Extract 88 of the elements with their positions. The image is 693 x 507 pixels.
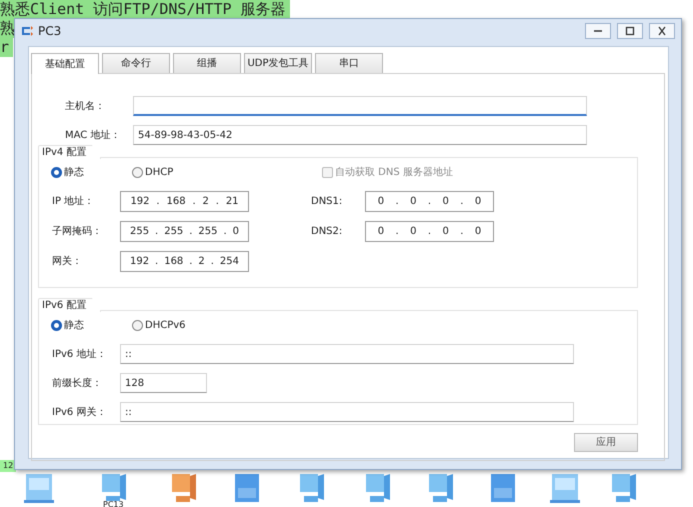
field-text: . <box>428 224 432 238</box>
field-text: 254 <box>220 254 240 268</box>
field-label: 主机名： <box>64 100 106 114</box>
field-text: . <box>460 194 464 208</box>
checkbox-label: 自动获取 DNS 服务器地址 <box>335 166 453 180</box>
radio-label: DHCPv6 <box>145 318 186 332</box>
field-text: 0 <box>232 224 240 238</box>
field-text: . <box>395 224 399 238</box>
server-icon[interactable] <box>548 472 582 504</box>
ip-address-field[interactable]: 0 . 0 . 0 . 0 <box>365 190 494 212</box>
window-title: PC3 <box>38 23 62 40</box>
radio-button[interactable] <box>132 166 143 178</box>
field-text: . <box>189 224 192 238</box>
field-text: 192 <box>130 254 150 268</box>
server-icon[interactable] <box>232 472 262 504</box>
input-field[interactable]: :: <box>120 344 574 364</box>
field-text: 0 <box>378 194 384 208</box>
field-text: 192 <box>130 194 150 208</box>
banner-text: r <box>0 38 14 57</box>
field-text: . <box>210 254 214 268</box>
input-field[interactable]: 54-89-98-43-05-42 <box>133 125 587 145</box>
tab[interactable]: UDP发包工具 <box>244 53 312 73</box>
field-text: . <box>460 224 464 238</box>
field-text: . <box>216 194 219 208</box>
close-icon <box>656 25 668 37</box>
field-label: MAC 地址： <box>64 128 122 142</box>
radio-label: 静态 <box>64 166 84 180</box>
field-text: . <box>395 194 399 208</box>
tab[interactable]: 组播 <box>173 53 241 73</box>
field-label: DNS1: <box>311 194 344 208</box>
field-text: 0 <box>410 194 416 208</box>
radio-button[interactable] <box>132 320 143 330</box>
field-text: . <box>155 254 158 268</box>
input-field[interactable] <box>133 96 587 116</box>
minimize-button[interactable] <box>585 23 611 39</box>
ip-address-field[interactable]: 192 . 168 . 2 . 21 <box>120 190 249 212</box>
server-icon[interactable] <box>488 472 518 504</box>
group-title: IPv6 配置 <box>38 298 102 312</box>
maximize-button[interactable] <box>617 23 643 39</box>
field-text: 0 <box>442 194 449 208</box>
radio-button[interactable] <box>51 320 62 330</box>
field-text: 21 <box>226 194 239 208</box>
field-text: 255 <box>198 224 218 238</box>
field-text: 168 <box>164 254 184 268</box>
radio-label: DHCP <box>145 166 174 180</box>
ip-address-field[interactable]: 0 . 0 . 0 . 0 <box>365 220 494 242</box>
field-text: 168 <box>166 194 186 208</box>
field-label: DNS2: <box>311 224 344 238</box>
field-text: 255 <box>164 224 184 238</box>
field-label: 子网掩码： <box>51 224 103 238</box>
ip-address-field[interactable]: 192 . 168 . 2 . 254 <box>120 250 249 272</box>
group-title: IPv4 配置 <box>38 145 102 159</box>
app-icon <box>21 25 34 37</box>
field-label: 网关： <box>51 254 83 268</box>
field-text: . <box>155 224 158 238</box>
radio-label: 静态 <box>64 318 84 332</box>
field-text: 2 <box>202 194 209 208</box>
field-text: . <box>223 224 227 238</box>
field-text: . <box>192 194 196 208</box>
ip-address-field[interactable]: 255 . 255 . 255 . 0 <box>120 220 249 242</box>
tab[interactable]: 基础配置 <box>31 53 99 74</box>
tab[interactable]: 串口 <box>315 53 383 73</box>
link-badge: 12 <box>0 460 16 472</box>
field-text: . <box>156 194 160 208</box>
field-text: 0 <box>410 224 416 238</box>
field-text: 255 <box>130 224 150 238</box>
device-label: PC13 <box>103 501 124 507</box>
tab[interactable]: 命令行 <box>102 53 170 73</box>
maximize-icon <box>624 25 636 37</box>
field-text: 0 <box>442 224 449 238</box>
field-text: . <box>428 194 432 208</box>
apply-button[interactable]: 应用 <box>574 433 638 452</box>
field-text: 2 <box>198 254 205 268</box>
field-label: 前缀长度： <box>51 376 103 390</box>
field-label: IPv6 地址： <box>51 348 108 362</box>
input-field[interactable]: 128 <box>120 373 207 393</box>
input-field[interactable]: :: <box>120 402 574 422</box>
close-button[interactable] <box>649 23 675 39</box>
minimize-icon <box>594 30 602 32</box>
field-label: IP 地址： <box>51 194 96 208</box>
field-text: 0 <box>474 224 482 238</box>
radio-button[interactable] <box>51 166 62 178</box>
server-icon[interactable] <box>22 472 56 504</box>
banner-text: 熟悉Client 访问FTP/DNS/HTTP 服务器 <box>0 0 290 19</box>
field-label: IPv6 网关： <box>51 406 108 420</box>
field-text: 0 <box>378 224 384 238</box>
field-text: 0 <box>474 194 482 208</box>
field-text: . <box>189 254 192 268</box>
